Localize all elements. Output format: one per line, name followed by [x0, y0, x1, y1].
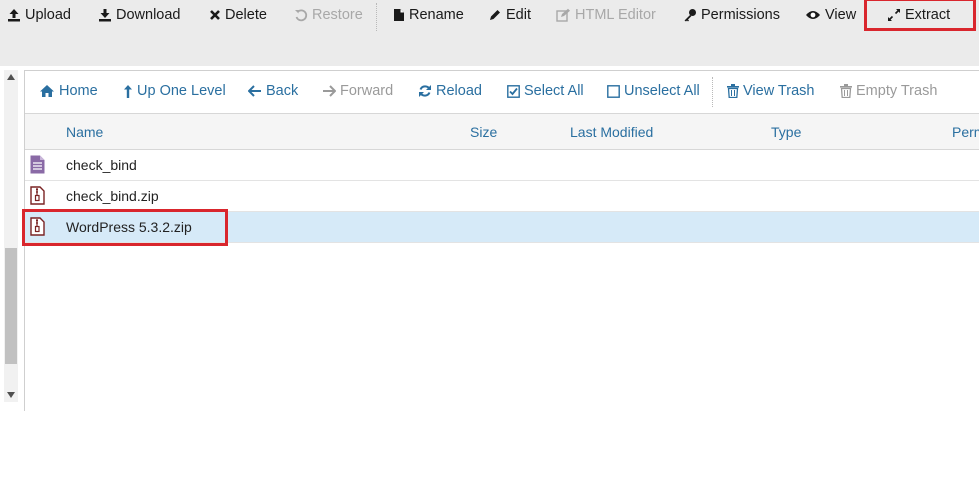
upload-icon — [8, 9, 20, 22]
arrow-left-icon — [248, 85, 261, 97]
trash-icon — [840, 84, 852, 98]
delete-label: Delete — [225, 7, 267, 23]
view-trash-label: View Trash — [743, 83, 815, 99]
select-all-label: Select All — [524, 83, 584, 99]
html-editor-label: HTML Editor — [575, 7, 656, 23]
document-icon — [394, 9, 404, 21]
reload-label: Reload — [436, 83, 482, 99]
navbar-divider — [712, 77, 713, 107]
reload-button[interactable]: Reload — [418, 81, 482, 101]
navigation-bar: Home Up One Level Back Forward Reload Se… — [25, 71, 979, 114]
column-header-type[interactable]: Type — [771, 124, 801, 140]
table-row[interactable]: check_bind — [25, 150, 979, 181]
view-button[interactable]: View — [805, 0, 856, 30]
column-header-perms[interactable]: Perms — [952, 124, 979, 140]
up-one-level-label: Up One Level — [137, 83, 226, 99]
caret-down-icon — [7, 392, 15, 398]
scroll-up-arrow[interactable] — [4, 70, 18, 84]
download-icon — [99, 9, 111, 22]
trash-icon — [727, 84, 739, 98]
html-editor-button[interactable]: HTML Editor — [556, 0, 656, 30]
pencil-icon — [490, 10, 500, 20]
forward-button[interactable]: Forward — [322, 81, 393, 101]
view-label: View — [825, 7, 857, 23]
view-trash-button[interactable]: View Trash — [727, 81, 814, 101]
file-name: check_bind — [66, 157, 137, 173]
edit-label: Edit — [506, 7, 531, 23]
unselect-all-button[interactable]: Unselect All — [607, 81, 700, 101]
close-icon — [210, 10, 220, 20]
unselect-all-label: Unselect All — [624, 83, 700, 99]
caret-up-icon — [7, 74, 15, 80]
back-button[interactable]: Back — [248, 81, 298, 101]
empty-box-icon — [607, 84, 620, 98]
eye-icon — [806, 11, 820, 19]
rename-button[interactable]: Rename — [393, 0, 464, 30]
home-label: Home — [59, 83, 98, 99]
home-icon — [40, 85, 54, 97]
restore-button[interactable]: Restore — [294, 0, 363, 30]
download-label: Download — [116, 7, 181, 23]
toolbar-divider — [376, 3, 377, 31]
column-header-last-modified[interactable]: Last Modified — [570, 124, 653, 140]
rename-label: Rename — [409, 7, 464, 23]
file-manager-toolbar: Upload Download Delete Restore Rename Ed… — [0, 0, 979, 66]
selected-file-highlight-box — [22, 209, 228, 246]
key-icon — [684, 9, 696, 22]
upload-label: Upload — [25, 7, 71, 23]
empty-trash-label: Empty Trash — [856, 83, 938, 99]
file-table-header: Name Size Last Modified Type Perms — [25, 114, 979, 150]
permissions-button[interactable]: Permissions — [683, 0, 780, 30]
download-button[interactable]: Download — [98, 0, 181, 30]
permissions-label: Permissions — [701, 7, 780, 23]
edit-button[interactable]: Edit — [488, 0, 531, 30]
column-header-name[interactable]: Name — [66, 124, 103, 140]
table-row[interactable]: check_bind.zip — [25, 181, 979, 212]
checked-box-icon — [507, 84, 520, 98]
restore-label: Restore — [312, 7, 363, 23]
back-label: Back — [266, 83, 299, 99]
select-all-button[interactable]: Select All — [507, 81, 584, 101]
column-header-size[interactable]: Size — [470, 124, 497, 140]
refresh-icon — [419, 85, 431, 97]
home-button[interactable]: Home — [39, 81, 98, 101]
upload-button[interactable]: Upload — [7, 0, 71, 30]
up-one-level-button[interactable]: Up One Level — [123, 81, 226, 101]
extract-highlight-box — [864, 0, 976, 31]
scrollbar-thumb[interactable] — [5, 248, 17, 364]
file-name: check_bind.zip — [66, 188, 159, 204]
empty-trash-button[interactable]: Empty Trash — [840, 81, 937, 101]
zip-file-icon — [30, 186, 45, 205]
undo-icon — [295, 9, 308, 22]
level-up-icon — [124, 84, 132, 98]
scroll-down-arrow[interactable] — [4, 388, 18, 402]
forward-label: Forward — [340, 83, 394, 99]
text-file-icon — [30, 155, 45, 174]
delete-button[interactable]: Delete — [209, 0, 267, 30]
arrow-right-icon — [323, 85, 336, 97]
edit-square-icon — [556, 8, 570, 22]
